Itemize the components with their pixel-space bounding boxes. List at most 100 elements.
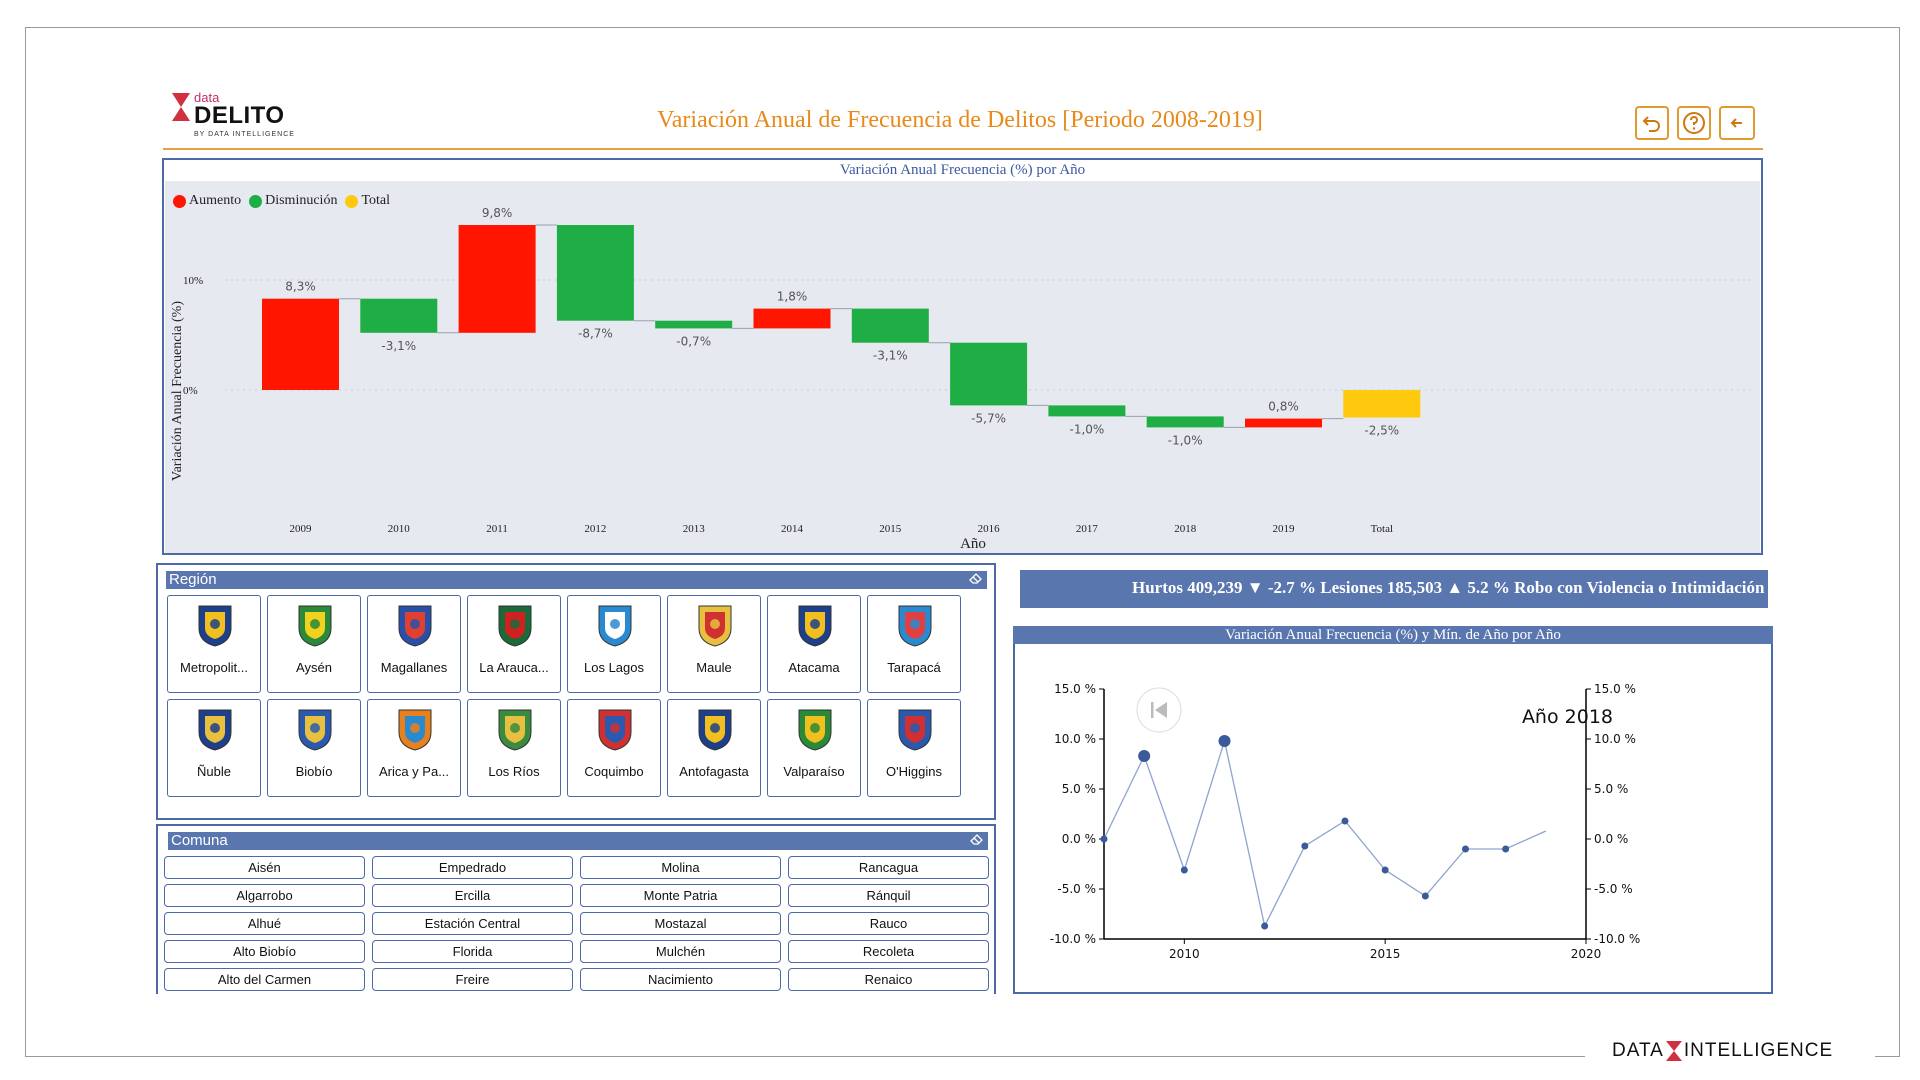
undo-button[interactable] [1635,106,1669,140]
comuna-button[interactable]: Monte Patria [580,884,781,907]
maule-crest-icon [698,605,732,647]
x-tick-label: 2016 [978,523,1001,535]
clear-selection-icon[interactable] [969,572,983,584]
y-tick-label-right: 15.0 % [1594,682,1636,696]
ticker-bar: Hurtos 409,239 ▼ -2.7 % Lesiones 185,503… [1020,570,1768,608]
coquimbo-crest-icon [598,709,632,751]
region-button[interactable]: Atacama [767,595,861,693]
y-tick-label-right: 10.0 % [1594,732,1636,746]
waterfall-chart-title: Variación Anual Frecuencia (%) por Año [839,162,1086,178]
comuna-button[interactable]: Rancagua [788,856,989,879]
back-button[interactable] [1719,106,1755,140]
data-point [1421,892,1429,900]
y-tick-label-left: 0.0 % [1062,832,1096,846]
comuna-button[interactable]: Alto Biobío [164,940,365,963]
comuna-button[interactable]: Mostazal [580,912,781,935]
back-arrow-icon [1730,118,1742,128]
region-button[interactable]: Maule [667,595,761,693]
comuna-button[interactable]: Ercilla [372,884,573,907]
region-button[interactable]: Aysén [267,595,361,693]
y-tick-label-right: 5.0 % [1594,782,1628,796]
region-header: Región [166,571,987,589]
region-button[interactable]: Valparaíso [767,699,861,797]
region-label: Biobío [295,764,333,779]
data-point [1180,866,1188,874]
ticker-text: Hurtos 409,239 ▼ -2.7 % Lesiones 185,503… [1132,578,1765,597]
clear-selection-icon[interactable] [970,833,984,845]
region-label: Atacama [788,660,840,675]
region-button[interactable]: Ñuble [167,699,261,797]
y-tick-label-left: 10.0 % [1054,732,1096,746]
region-button[interactable]: Antofagasta [667,699,761,797]
santiago-crest-icon [198,605,232,647]
waterfall-bar [556,225,634,321]
help-button[interactable] [1677,106,1711,140]
comuna-header-label: Comuna [171,832,228,849]
waterfall-bar [1245,418,1322,428]
play-back-button[interactable] [1136,687,1182,733]
comuna-button[interactable]: Molina [580,856,781,879]
region-button[interactable]: Metropolit... [167,595,261,693]
x-tick-label: 2012 [584,523,606,535]
region-button[interactable]: Tarapacá [867,595,961,693]
x-axis-label: Año [960,536,986,552]
x-tick-label: 2009 [290,523,313,535]
region-button[interactable]: Los Lagos [567,595,661,693]
comuna-button[interactable]: Algarrobo [164,884,365,907]
region-button[interactable]: La Arauca... [467,595,561,693]
y-axis-label: Variación Anual Frecuencia (%) [170,301,185,481]
comuna-panel: Comuna Aisén Empedrado Molina Rancagua Algar… [156,824,996,994]
region-button[interactable]: Los Ríos [467,699,561,797]
waterfall-chart-panel: Variación Anual Frecuencia (%) por Año A… [162,158,1763,555]
comuna-button[interactable]: Estación Central [372,912,573,935]
waterfall-bar [950,342,1028,406]
comuna-button[interactable]: Rauco [788,912,989,935]
x-tick-label: 2013 [683,523,706,535]
region-button[interactable]: Arica y Pa... [367,699,461,797]
comuna-button[interactable]: Alto del Carmen [164,968,365,991]
arica-crest-icon [398,709,432,751]
data-label: -5,7% [971,411,1006,425]
x-tick-label: 2020 [1571,947,1602,961]
comuna-button[interactable]: Nacimiento [580,968,781,991]
region-label: O'Higgins [886,764,942,779]
region-button[interactable]: Biobío [267,699,361,797]
y-tick-label-left: -5.0 % [1057,882,1096,896]
comuna-button[interactable]: Recoleta [788,940,989,963]
araucania-crest-icon [498,605,532,647]
comuna-button[interactable]: Empedrado [372,856,573,879]
comuna-button[interactable]: Florida [372,940,573,963]
y-tick-label-right: -10.0 % [1594,932,1640,946]
comuna-button[interactable]: Ránquil [788,884,989,907]
x-tick-label: 2017 [1076,523,1099,535]
data-label: -0,7% [676,334,711,348]
comuna-button[interactable]: Freire [372,968,573,991]
data-label: 8,3% [285,280,316,294]
comuna-button[interactable]: Alhué [164,912,365,935]
x-tick-label: 2015 [879,523,902,535]
comuna-button[interactable]: Mulchén [580,940,781,963]
footer-brand: DATA INTELLIGENCE [1612,1040,1833,1062]
data-label: 1,8% [777,290,808,304]
region-label: Los Ríos [488,764,540,779]
x-tick-label: Total [1371,523,1393,535]
data-point [1261,922,1269,930]
ohiggins-crest-icon [898,709,932,751]
y-tick-label-left: 15.0 % [1054,682,1096,696]
waterfall-bar [753,308,831,329]
waterfall-bar [1343,390,1421,418]
tarapaca-crest-icon [898,605,932,647]
region-label: Aysén [296,660,332,675]
region-button[interactable]: Coquimbo [567,699,661,797]
comuna-button[interactable]: Renaico [788,968,989,991]
y-tick-label: 0% [183,385,198,397]
region-label: Tarapacá [887,660,941,675]
aysen-crest-icon [298,605,332,647]
data-point [1462,845,1469,853]
data-label: -3,1% [873,349,908,363]
region-button[interactable]: Magallanes [367,595,461,693]
region-header-label: Región [169,571,217,588]
region-button[interactable]: O'Higgins [867,699,961,797]
comuna-button[interactable]: Aisén [164,856,365,879]
waterfall-bar [1048,405,1126,417]
